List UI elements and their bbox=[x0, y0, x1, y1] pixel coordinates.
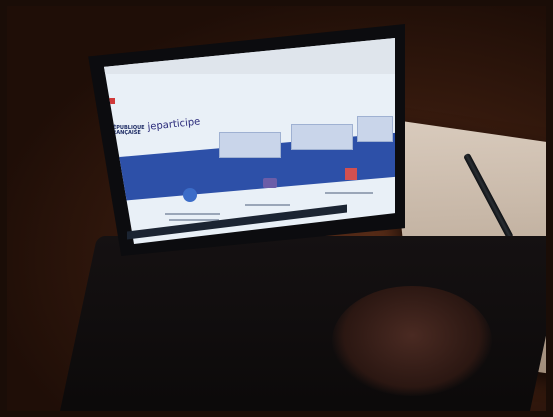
chat-icon bbox=[263, 178, 277, 188]
banner-card-1 bbox=[219, 132, 281, 158]
banner-card-2 bbox=[291, 124, 353, 150]
info-icon bbox=[183, 188, 197, 202]
document-icon bbox=[345, 168, 357, 180]
laptop-screen: RÉPUBLIQUE FRANÇAISE jeparticipe bbox=[104, 38, 395, 244]
banner-card-3 bbox=[357, 116, 393, 142]
text-line bbox=[325, 192, 373, 194]
photo-frame: RÉPUBLIQUE FRANÇAISE jeparticipe bbox=[7, 6, 546, 411]
text-line bbox=[245, 204, 290, 206]
text-line bbox=[165, 213, 220, 215]
site-name: jeparticipe bbox=[147, 116, 201, 133]
hand-on-keyboard bbox=[332, 286, 492, 396]
